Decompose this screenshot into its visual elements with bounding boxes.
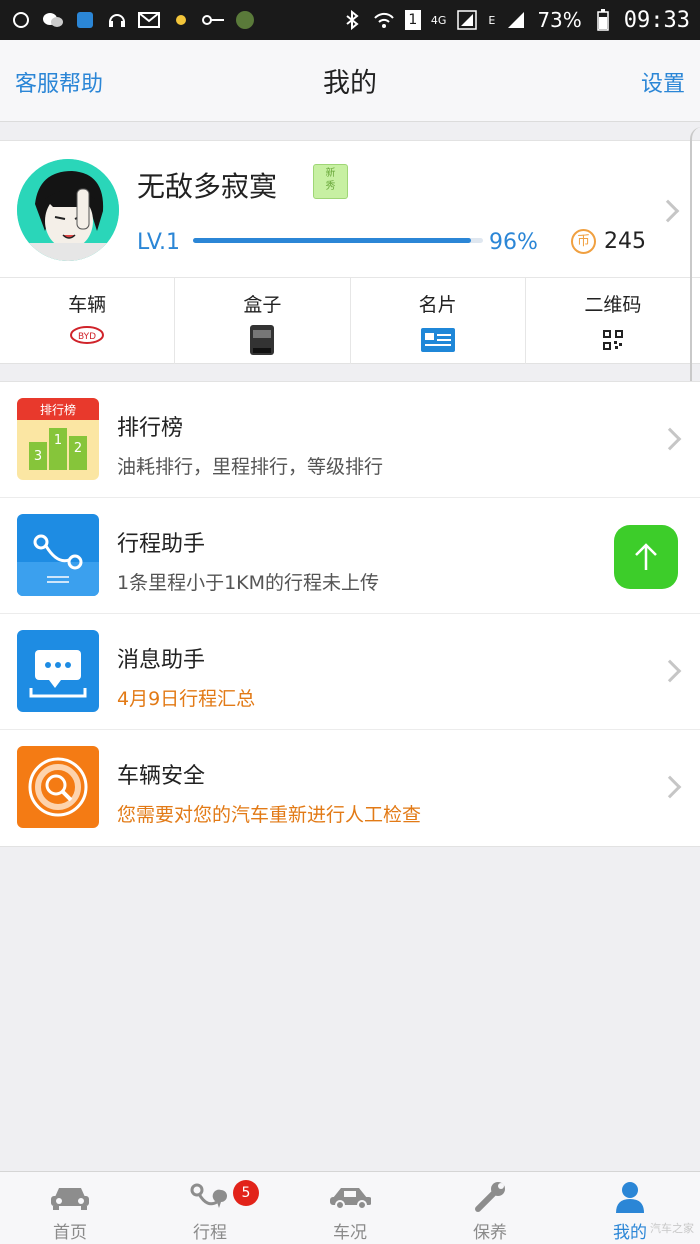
level-label: LV.1 [137, 230, 181, 255]
chevron-right-icon [658, 775, 682, 799]
quick-links: 车辆 BYD 盒子 名片 二维码 [0, 277, 700, 364]
obd-box-icon [249, 324, 275, 360]
tab-maintenance[interactable]: 保养 [420, 1172, 560, 1244]
mail-icon [138, 9, 160, 31]
level-progress-bar [193, 238, 483, 243]
arrow-up-icon [635, 543, 657, 570]
message-assistant-icon [17, 630, 99, 712]
key-icon [202, 9, 224, 31]
svg-text:BYD: BYD [78, 332, 96, 342]
rank-number: 2 [74, 441, 82, 456]
chevron-right-icon [658, 659, 682, 683]
trip-assistant-icon [17, 514, 99, 596]
menu-item-vehicle-safety[interactable]: 车辆安全 您需要对您的汽车重新进行人工检查 [0, 730, 700, 846]
profile-card[interactable]: 无敌多寂寞 新秀 LV.1 96% 币 245 车辆 BYD 盒子 名片 二维码 [0, 140, 700, 364]
tab-label: 首页 [53, 1223, 87, 1243]
tab-label: 车况 [333, 1223, 367, 1243]
menu-item-subtitle: 油耗排行，里程排行，等级排行 [117, 456, 384, 478]
chevron-right-icon [658, 427, 682, 451]
tab-car-status[interactable]: 车况 [280, 1172, 420, 1244]
app-header: 客服帮助 我的 设置 [0, 40, 700, 122]
leaderboard-icon-label: 排行榜 [40, 402, 76, 417]
clock: 09:33 [623, 7, 690, 33]
sim-slot-icon: 1 [404, 10, 421, 30]
quick-link-label: 名片 [418, 294, 457, 316]
settings-link[interactable]: 设置 [641, 66, 685, 98]
bluetooth-icon [341, 9, 363, 31]
car-front-icon [49, 1181, 91, 1213]
notification-badge: 5 [233, 1180, 259, 1206]
qr-code-icon [602, 330, 623, 354]
signal-label: E [488, 13, 496, 27]
level-progress-percent: 96% [489, 230, 538, 255]
tab-label: 行程 [193, 1223, 227, 1243]
wechat-icon [42, 9, 64, 31]
chevron-right-icon [656, 199, 680, 223]
customer-help-link[interactable]: 客服帮助 [15, 66, 103, 98]
quick-link-card[interactable]: 名片 [351, 278, 526, 364]
sun-icon [170, 9, 192, 31]
business-card-icon [420, 328, 455, 356]
rank-badge: 新秀 [313, 164, 348, 199]
menu-item-subtitle: 您需要对您的汽车重新进行人工检查 [117, 804, 422, 826]
menu-item-message-assistant[interactable]: 消息助手 4月9日行程汇总 [0, 614, 700, 730]
menu-item-trip-assistant[interactable]: 行程助手 1条里程小于1KM的行程未上传 [0, 498, 700, 614]
byd-logo-icon: BYD [70, 326, 105, 348]
shield-icon [74, 9, 96, 31]
network-type: 4G [430, 13, 447, 27]
quick-link-box[interactable]: 盒子 [175, 278, 351, 364]
level-progress-fill [193, 238, 472, 243]
rank-number: 3 [34, 449, 42, 464]
tab-trips[interactable]: 行程 5 [140, 1172, 280, 1244]
menu-item-leaderboard[interactable]: 排行榜 3 1 2 排行榜 油耗排行，里程排行，等级排行 [0, 382, 700, 498]
quick-link-label: 二维码 [584, 294, 642, 316]
menu-item-title: 排行榜 [117, 416, 184, 441]
menu-item-subtitle: 1条里程小于1KM的行程未上传 [117, 572, 380, 594]
battery-icon [592, 9, 614, 31]
quick-link-qrcode[interactable]: 二维码 [526, 278, 700, 364]
signal-icon [456, 9, 478, 31]
tab-home[interactable]: 首页 [0, 1172, 140, 1244]
person-icon [609, 1181, 651, 1213]
route-icon [189, 1181, 231, 1213]
signal-bars-icon [505, 9, 527, 31]
bottom-tab-bar: 首页 行程 5 车况 保养 我的 汽车之家 [0, 1171, 700, 1244]
wrench-icon [469, 1181, 511, 1213]
menu-item-title: 车辆安全 [117, 764, 206, 789]
wifi-icon [373, 9, 395, 31]
car-side-icon [329, 1181, 371, 1213]
app-notification-icon [10, 9, 32, 31]
tab-label: 保养 [473, 1223, 507, 1243]
watermark: 汽车之家 [650, 1222, 694, 1235]
headset-icon [106, 9, 128, 31]
coin-icon: 币 [571, 229, 596, 254]
quick-link-vehicle[interactable]: 车辆 BYD [0, 278, 176, 364]
menu-item-subtitle: 4月9日行程汇总 [117, 688, 256, 710]
menu-list: 排行榜 3 1 2 排行榜 油耗排行，里程排行，等级排行 行程助手 1条里程小于1KM… [0, 381, 700, 847]
status-bar: 1 4G E 73% 09:33 [0, 0, 700, 40]
vehicle-safety-icon [17, 746, 99, 828]
menu-item-title: 行程助手 [117, 532, 206, 557]
battery-percent: 73% [537, 8, 582, 32]
menu-item-title: 消息助手 [117, 648, 206, 673]
page-title: 我的 [323, 68, 377, 99]
rank-number: 1 [54, 433, 62, 448]
edge-scroll-indicator [690, 127, 700, 407]
upload-button[interactable] [614, 525, 678, 589]
quick-link-label: 车辆 [68, 294, 107, 316]
avatar[interactable] [17, 159, 119, 261]
coin-count: 245 [604, 229, 646, 254]
leaderboard-icon: 排行榜 3 1 2 [17, 398, 99, 480]
game-icon [234, 9, 256, 31]
username: 无敌多寂寞 [137, 170, 278, 203]
quick-link-label: 盒子 [243, 294, 282, 316]
